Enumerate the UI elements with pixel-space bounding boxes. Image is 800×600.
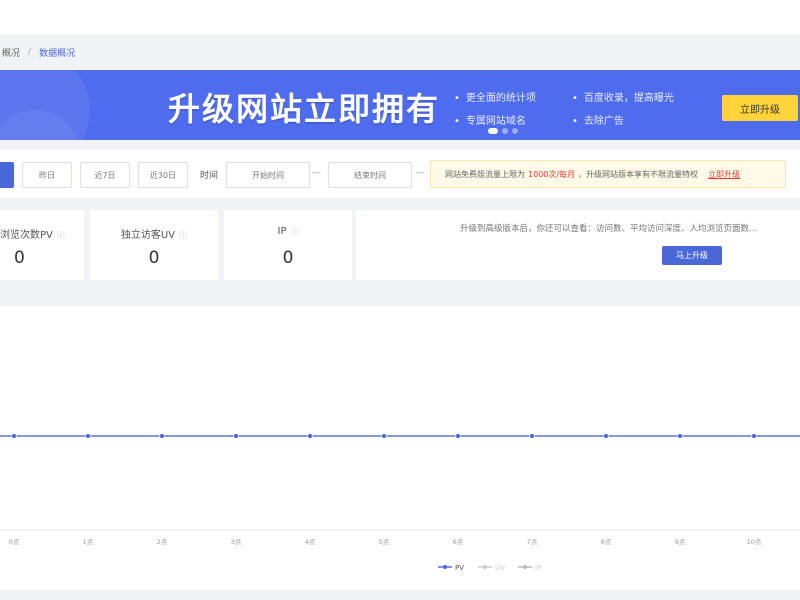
data-point[interactable] (381, 433, 387, 439)
x-tick-label: 4点 (305, 538, 316, 546)
x-tick-label: 10点 (747, 538, 762, 546)
upgrade-banner[interactable]: 升级网站立即拥有 更全面的统计项 百度收录，提高曝光 专属网站域名 去除广告 立… (0, 70, 800, 140)
data-point[interactable] (307, 433, 313, 439)
banner-title: 升级网站立即拥有 (168, 90, 441, 128)
x-tick-label: 5点 (379, 538, 390, 546)
x-tick-label: 1点 (83, 538, 94, 546)
legend-marker (523, 565, 527, 569)
legend-label: UV (495, 564, 505, 572)
banner-feature: 专属网站域名 (454, 112, 526, 127)
filter-yesterday-button[interactable]: 昨日 (22, 162, 72, 188)
notice-limit: 1000次/每月 (528, 169, 576, 179)
upgrade-promo-card: 升级到高级版本后，你还可以查看：访问数、平均访问深度、人均浏览页面数… 马上升级 (356, 210, 800, 280)
notice-text: ，升级网站版本享有不限流量特权 (578, 169, 699, 179)
stat-card-ip: IP ⓘ 0 (224, 210, 352, 280)
x-tick-label: 8点 (601, 538, 612, 546)
promo-text: 升级到高级版本后，你还可以查看：访问数、平均访问深度、人均浏览页面数… (460, 224, 758, 234)
stat-card-uv: 独立访客UV ⓘ 0 (90, 210, 218, 280)
data-point[interactable] (529, 433, 535, 439)
filter-7days-button[interactable]: 近7日 (80, 162, 130, 188)
legend-label: IP (535, 564, 541, 572)
stat-label: 浏览次数PV ⓘ (0, 226, 65, 241)
carousel-dot[interactable] (488, 128, 498, 134)
data-point[interactable] (159, 433, 165, 439)
data-point[interactable] (455, 433, 461, 439)
breadcrumb-item-overview[interactable]: 概况 (2, 46, 20, 59)
stats-cards: 浏览次数PV ⓘ 0 独立访客UV ⓘ 0 IP ⓘ 0 升级到高级版本后，你还可以查… (0, 210, 800, 280)
x-tick-label: 0点 (9, 538, 20, 546)
stat-value: 0 (282, 248, 294, 268)
x-tick-label: 7点 (527, 538, 538, 546)
filter-bar: 昨日 近7日 近30日 时间 开始时间 — 结束时间 — 网站免费版流量上限为 … (0, 150, 800, 198)
traffic-line-chart: 0点 1点 2点 3点 4点 5点 6点 7点 8点 9点 10点 PV UV IP (0, 433, 800, 572)
legend-marker (443, 565, 447, 569)
data-point[interactable] (751, 433, 757, 439)
banner-feature: 更全面的统计项 (454, 89, 536, 104)
data-point[interactable] (603, 433, 609, 439)
legend-item-pv[interactable]: PV (438, 564, 464, 572)
promo-upgrade-button[interactable]: 马上升级 (662, 246, 722, 265)
carousel-dot[interactable] (502, 128, 508, 134)
x-tick-label: 6点 (453, 538, 464, 546)
x-tick-label: 3点 (231, 538, 242, 546)
banner-feature: 去除广告 (572, 112, 624, 127)
notice-text: 网站免费版流量上限为 (445, 169, 525, 179)
traffic-limit-notice: 网站免费版流量上限为 1000次/每月 ，升级网站版本享有不限流量特权 立即升级 (430, 160, 786, 188)
stat-label: 独立访客UV ⓘ (90, 226, 218, 241)
carousel-dot[interactable] (512, 128, 518, 134)
breadcrumb: 概况 / 数据概况 (0, 36, 800, 68)
stat-label-text: 浏览次数PV (0, 230, 53, 241)
stat-label-text: IP (277, 226, 287, 237)
legend-item-uv[interactable]: UV (478, 564, 505, 572)
banner-feature: 百度收录，提高曝光 (572, 89, 674, 104)
banner-carousel-dots (488, 128, 518, 134)
data-point[interactable] (85, 433, 91, 439)
data-point[interactable] (233, 433, 239, 439)
breadcrumb-item-current: 数据概况 (39, 48, 76, 59)
stat-label-text: 独立访客UV (120, 230, 176, 241)
range-dash: — (312, 168, 321, 178)
legend-marker (483, 565, 487, 569)
stat-value: 0 (14, 248, 25, 268)
stat-value: 0 (148, 248, 160, 268)
x-tick-label: 2点 (157, 538, 168, 546)
traffic-chart-panel: 0点 1点 2点 3点 4点 5点 6点 7点 8点 9点 10点 PV UV IP (0, 306, 800, 590)
help-icon[interactable]: ⓘ (179, 231, 187, 240)
filter-30days-button[interactable]: 近30日 (138, 162, 188, 188)
breadcrumb-separator: / (28, 47, 32, 57)
legend-item-ip[interactable]: IP (518, 564, 541, 572)
top-bar (0, 0, 800, 34)
range-dash: — (416, 168, 425, 178)
data-point[interactable] (677, 433, 683, 439)
legend-label: PV (455, 564, 464, 572)
help-icon[interactable]: ⓘ (290, 227, 298, 236)
x-tick-label: 9点 (675, 538, 686, 546)
notice-upgrade-link[interactable]: 立即升级 (708, 169, 740, 180)
end-time-input[interactable]: 结束时间 (328, 162, 412, 188)
stat-label: IP ⓘ (224, 226, 352, 237)
time-label: 时间 (200, 171, 219, 181)
filter-today-button[interactable] (0, 162, 14, 188)
stat-card-pv: 浏览次数PV ⓘ 0 (0, 210, 84, 280)
start-time-input[interactable]: 开始时间 (226, 162, 310, 188)
help-icon[interactable]: ⓘ (57, 231, 65, 240)
data-point[interactable] (11, 433, 17, 439)
banner-upgrade-button[interactable]: 立即升级 (722, 95, 798, 121)
